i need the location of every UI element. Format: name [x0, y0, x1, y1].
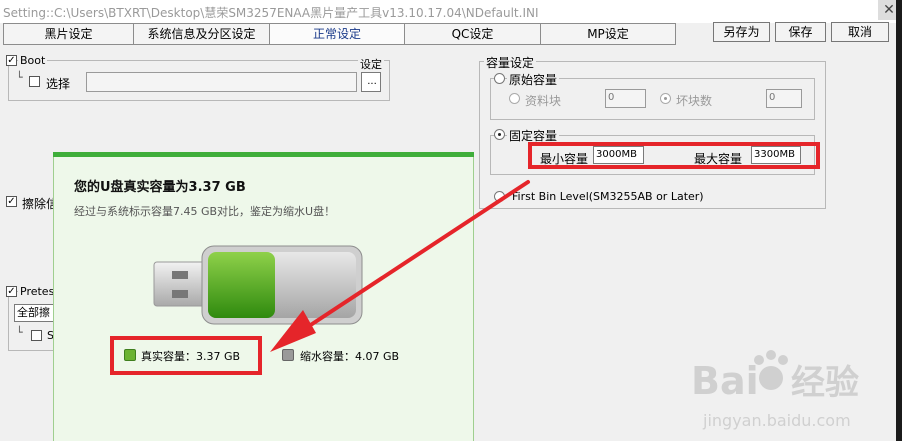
paw-icon [754, 350, 788, 390]
watermark-brand-right: 经验 [791, 363, 859, 403]
watermark-brand-left: Bai [691, 359, 759, 403]
watermark-url: jingyan.baidu.com [702, 411, 851, 430]
baidu-watermark: Bai 经验 jingyan.baidu.com [691, 350, 859, 430]
